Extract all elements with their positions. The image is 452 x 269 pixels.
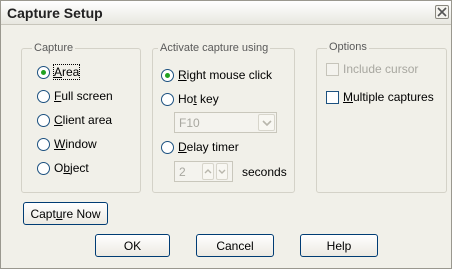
help-label: Help — [326, 238, 352, 253]
radio-selected-dot — [41, 69, 46, 75]
radio-object-label-rest: ject — [70, 161, 89, 175]
radio-area-mnemonic: A — [54, 65, 63, 79]
radio-client-area-mnemonic: C — [54, 113, 63, 127]
radio-selected-dot — [165, 72, 170, 78]
title-bar[interactable]: Capture Setup — [1, 1, 451, 25]
radio-area-button[interactable] — [37, 65, 50, 79]
include-cursor-label: Include cursor — [343, 62, 419, 76]
radio-window-mnemonic: W — [54, 137, 66, 151]
multiple-captures-label-rest: ultiple captures — [353, 90, 434, 104]
radio-object-label: Object — [54, 161, 89, 175]
radio-area-label-rest: rea — [62, 65, 80, 79]
radio-window-button[interactable] — [37, 137, 50, 151]
radio-client-area-label-rest: lient area — [62, 113, 113, 127]
capture-now-button[interactable]: Capture Now — [23, 202, 108, 225]
radio-delay-timer-label: Delay timer — [178, 140, 239, 154]
radio-delay-timer-mnemonic: D — [178, 140, 187, 154]
radio-right-mouse-click-label-rest: ight mouse click — [186, 68, 273, 82]
cancel-label: Cancel — [216, 238, 254, 253]
radio-hot-key-label-rest: key — [196, 92, 219, 106]
radio-window[interactable]: Window — [37, 136, 97, 152]
capture-group-title: Capture — [32, 42, 76, 54]
capture-now-label: Capture Now — [30, 207, 100, 221]
radio-object[interactable]: Object — [37, 160, 89, 176]
radio-window-label: Window — [54, 137, 97, 151]
spinner-arrows-icon[interactable] — [202, 163, 214, 180]
radio-delay-timer[interactable]: Delay timer — [161, 139, 239, 155]
radio-full-screen-label-rest: ull screen — [61, 89, 113, 103]
include-cursor-box[interactable] — [326, 62, 339, 76]
delay-seconds-spinner[interactable]: 2 — [174, 161, 233, 182]
radio-right-mouse-click-button[interactable] — [161, 68, 174, 82]
capture-now-label-rest: re Now — [62, 206, 101, 221]
options-group-title: Options — [327, 41, 369, 53]
radio-area[interactable]: Area — [37, 64, 81, 80]
delay-seconds-value: 2 — [179, 165, 186, 179]
multiple-captures-mnemonic: M — [343, 90, 353, 104]
radio-right-mouse-click-mnemonic: R — [178, 68, 187, 82]
seconds-label: seconds — [242, 165, 287, 179]
radio-client-area[interactable]: Client area — [37, 112, 112, 128]
capture-setup-dialog: Capture Setup Capture Area Full screen C… — [0, 0, 452, 269]
radio-client-area-button[interactable] — [37, 113, 50, 127]
radio-area-label: Area — [52, 64, 81, 80]
help-button[interactable]: Help — [300, 234, 378, 257]
radio-hot-key-label: Hot key — [178, 92, 219, 106]
radio-full-screen-label: Full screen — [54, 89, 113, 103]
capture-now-mnemonic: u — [55, 206, 63, 221]
activate-group-title: Activate capture using — [158, 42, 271, 54]
chevron-down-icon[interactable] — [258, 114, 275, 131]
hot-key-value: F10 — [179, 116, 200, 130]
capture-now-label-start: Capt — [30, 206, 56, 221]
ok-label: OK — [123, 238, 142, 253]
radio-right-mouse-click-label: Right mouse click — [178, 68, 272, 82]
multiple-captures-label: Multiple captures — [343, 90, 434, 104]
radio-full-screen-button[interactable] — [37, 89, 50, 103]
radio-object-label-start: O — [54, 161, 64, 175]
radio-object-button[interactable] — [37, 161, 50, 175]
multiple-captures-checkbox[interactable]: Multiple captures — [326, 89, 434, 105]
radio-full-screen[interactable]: Full screen — [37, 88, 113, 104]
hot-key-select[interactable]: F10 — [174, 112, 277, 133]
radio-client-area-label: Client area — [54, 113, 112, 127]
cancel-button[interactable]: Cancel — [196, 234, 274, 257]
radio-delay-timer-label-rest: elay timer — [186, 140, 239, 154]
include-cursor-checkbox[interactable]: Include cursor — [326, 61, 418, 77]
ok-button[interactable]: OK — [95, 234, 170, 257]
radio-window-label-rest: indow — [65, 137, 97, 151]
multiple-captures-box[interactable] — [326, 90, 339, 104]
radio-right-mouse-click[interactable]: Right mouse click — [161, 67, 272, 83]
dialog-title: Capture Setup — [7, 5, 103, 21]
chevron-down-icon[interactable] — [216, 163, 228, 180]
close-icon[interactable] — [435, 5, 449, 19]
radio-hot-key[interactable]: Hot key — [161, 91, 219, 107]
radio-delay-timer-button[interactable] — [161, 140, 174, 154]
radio-hot-key-button[interactable] — [161, 92, 174, 106]
radio-hot-key-label-start: Ho — [178, 92, 194, 106]
